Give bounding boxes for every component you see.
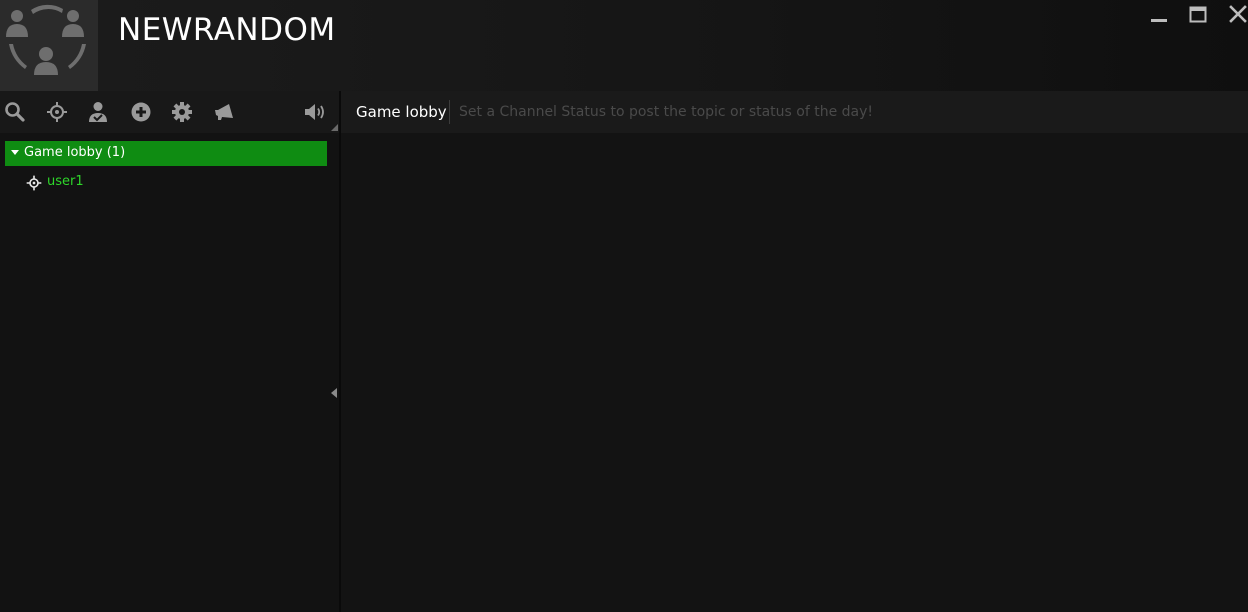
user-button[interactable]: [86, 100, 110, 124]
minimize-button[interactable]: [1147, 4, 1171, 26]
maximize-icon: [1189, 6, 1207, 23]
close-icon: [1229, 5, 1247, 23]
volume-button[interactable]: [303, 100, 327, 124]
speaker-icon: [305, 104, 324, 120]
caret-down-icon[interactable]: [11, 150, 19, 155]
crosshair-icon: [26, 175, 42, 191]
crosshair-button[interactable]: [45, 100, 69, 124]
channel-status-input[interactable]: [459, 99, 1219, 125]
app-title: NEWRANDOM: [118, 12, 336, 48]
search-icon: [5, 102, 25, 122]
search-button[interactable]: [3, 100, 27, 124]
add-circle-icon: [131, 102, 151, 122]
title-bar: NEWRANDOM: [0, 0, 1248, 91]
channel-content: Game lobby: [341, 91, 1248, 612]
gear-icon: [172, 102, 192, 122]
collapse-sidebar-icon[interactable]: [331, 388, 337, 398]
channel-group-game-lobby[interactable]: Game lobby (1): [5, 141, 327, 166]
channel-sidebar: Game lobby (1) user1: [0, 91, 339, 612]
crosshair-icon: [47, 102, 67, 122]
close-button[interactable]: [1226, 4, 1248, 26]
channel-user-name: user1: [47, 174, 84, 189]
group-people-icon: [6, 4, 86, 75]
megaphone-icon: [215, 104, 233, 120]
add-channel-button[interactable]: [129, 100, 153, 124]
channel-group-label: Game lobby (1): [24, 145, 126, 160]
header-separator: [449, 100, 450, 124]
app-logo: [0, 0, 98, 91]
maximize-button[interactable]: [1186, 4, 1210, 26]
sidebar-toolbar: [0, 91, 339, 133]
channel-title: Game lobby: [356, 103, 447, 121]
announce-button[interactable]: [212, 100, 236, 124]
toolbar-corner-mark: [331, 124, 338, 131]
chat-area: [341, 133, 1248, 612]
minimize-icon: [1151, 19, 1167, 22]
channel-header: Game lobby: [341, 91, 1248, 133]
settings-button[interactable]: [170, 100, 194, 124]
channel-user-item[interactable]: user1: [26, 174, 146, 192]
user-icon: [89, 102, 107, 122]
